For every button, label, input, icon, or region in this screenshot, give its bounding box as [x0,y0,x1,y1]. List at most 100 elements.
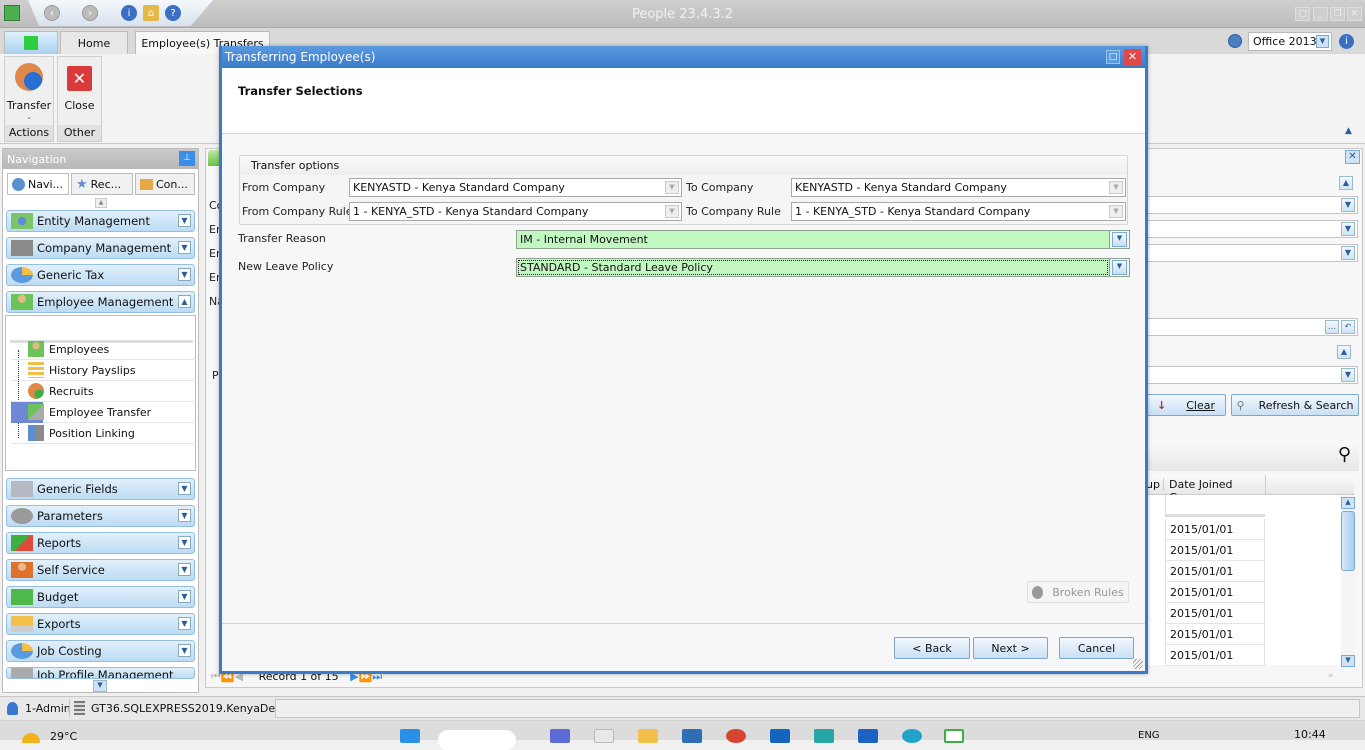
transfer-button[interactable]: Transfer ⌄ [5,57,53,125]
field-label: P [212,369,219,382]
to-company-rule-select[interactable]: 1 - KENYA_STD - Kenya Standard Company ▼ [791,202,1126,221]
undo-icon[interactable]: ↶ [1341,320,1355,334]
nav-group-job-profile-management[interactable]: Job Profile Management [6,667,195,679]
taskbar-app-icon[interactable] [814,729,834,743]
windows-start-icon[interactable] [400,729,420,743]
people-app-icon[interactable] [944,729,964,743]
nav-item-position-linking[interactable]: Position Linking [11,423,196,444]
theme-select[interactable]: Office 2013 ▼ [1248,32,1332,51]
search-icon[interactable]: ⚲ [1338,444,1351,465]
nav-group-self-service[interactable]: Self Service ▼ [6,559,195,581]
nav-group-reports[interactable]: Reports ▼ [6,532,195,554]
chevron-down-icon: ▼ [1341,222,1355,236]
scroll-down-button[interactable]: ▼ [93,680,107,692]
next-button[interactable]: Next > [973,637,1048,659]
from-company-select[interactable]: KENYASTD - Kenya Standard Company ▼ [349,178,682,197]
table-cell[interactable]: 2015/01/01 [1165,540,1265,561]
file-explorer-icon[interactable] [638,729,658,743]
nav-item-employee-transfer[interactable]: Employee Transfer [11,402,196,423]
nav-item-history-payslips[interactable]: History Payslips [11,360,196,381]
window-close-icon[interactable]: ✕ [1347,7,1362,21]
report-icon [11,535,33,551]
nav-item-employees[interactable]: Employees [11,339,196,360]
dialog-header: Transfer Selections [222,68,1145,134]
table-cell[interactable]: 2015/01/01 [1165,561,1265,582]
clear-button[interactable]: ↓ Clear [1146,394,1226,416]
fullscreen-icon[interactable]: □ [1295,7,1310,21]
cancel-button[interactable]: Cancel [1059,637,1134,659]
about-icon[interactable]: i [1339,34,1354,49]
maximize-icon[interactable]: □ [1106,50,1120,64]
scroll-down-icon[interactable]: ▼ [1341,655,1355,667]
nav-group-job-costing[interactable]: Job Costing ▼ [6,640,195,662]
nav-group-employee-management[interactable]: Employee Management ▲ [6,291,195,313]
ellipsis-icon[interactable]: … [1325,320,1339,334]
refresh-search-button[interactable]: ⚲ Refresh & Search [1231,394,1359,416]
new-leave-policy-select[interactable]: STANDARD - Standard Leave Policy ▼ [516,258,1127,277]
table-cell[interactable]: 2015/01/01 [1165,645,1265,666]
outlook-icon[interactable] [770,729,790,743]
to-company-select[interactable]: KENYASTD - Kenya Standard Company ▼ [791,178,1126,197]
filter-field[interactable]: ▼ [1146,220,1358,238]
grid-header: up Date Joined Group [1146,475,1354,504]
database-icon [74,701,85,715]
filter-field[interactable]: ▼ [1146,366,1358,384]
form-close-icon[interactable]: ✕ [1345,150,1360,164]
resize-grip-icon[interactable] [1133,659,1143,669]
gear-icon [11,508,33,524]
transfer-reason-select[interactable]: IM - Internal Movement ▼ [516,230,1127,249]
app-menu-tab[interactable] [4,31,58,54]
collapse-section-icon[interactable]: ▲ [1339,176,1353,190]
tab-recent[interactable]: ★ Rec... [71,173,133,195]
nav-group-company-management[interactable]: Company Management ▼ [6,237,195,259]
name-field[interactable]: … ↶ [1146,318,1358,336]
tab-home[interactable]: Home [60,31,128,54]
taskbar-app-icon[interactable] [594,729,614,743]
chevron-down-icon: ▼ [178,536,191,549]
from-company-label: From Company [242,181,326,194]
table-cell[interactable]: 2015/01/01 [1165,582,1265,603]
nav-item-recruits[interactable]: Recruits [11,381,196,402]
table-cell[interactable]: 2015/01/01 [1165,519,1265,540]
from-company-rule-select[interactable]: 1 - KENYA_STD - Kenya Standard Company ▼ [349,202,682,221]
close-button[interactable]: ✕ Close [58,57,101,125]
vertical-scrollbar[interactable]: ▲ ▼ [1341,497,1355,667]
title-bar: ‹ › i ⌂ ? People 23.4.3.2 □ _ ❐ ✕ [0,0,1365,28]
scroll-up-button[interactable]: ▲ [95,198,107,208]
collapse-ribbon-icon[interactable]: ▲ [1345,126,1352,136]
scroll-up-icon[interactable]: ▲ [1341,497,1355,509]
building-icon [11,240,33,256]
scroll-thumb[interactable] [1341,511,1355,571]
nav-group-budget[interactable]: Budget ▼ [6,586,195,608]
taskbar-app-icon[interactable] [550,729,570,743]
taskbar-app-icon[interactable] [858,729,878,743]
minimize-icon[interactable]: _ [1313,7,1328,21]
nav-group-generic-fields[interactable]: Generic Fields ▼ [6,478,195,500]
table-cell[interactable]: 2015/01/01 [1165,603,1265,624]
nav-group-exports[interactable]: Exports ▼ [6,613,195,635]
status-panel [275,699,1360,718]
tab-contents[interactable]: Con... [135,173,195,195]
search-box[interactable] [438,730,516,750]
nav-group-entity-management[interactable]: Entity Management ▼ [6,210,195,232]
table-cell[interactable]: 2015/01/01 [1165,624,1265,645]
chevron-down-icon: ▼ [178,509,191,522]
language-indicator[interactable]: ENG [1138,730,1160,741]
dialog-close-icon[interactable]: ✕ [1124,49,1141,65]
horizontal-scroll-right[interactable]: » [1328,671,1340,683]
table-icon [28,362,44,378]
filter-field[interactable]: ▼ [1146,244,1358,262]
filter-field[interactable]: ▼ [1146,196,1358,214]
tab-navigation[interactable]: Navi... [7,173,69,195]
taskbar-app-icon[interactable] [726,729,746,743]
back-button[interactable]: < Back [894,637,970,659]
collapse-section-icon[interactable]: ▲ [1337,345,1351,359]
nav-group-parameters[interactable]: Parameters ▼ [6,505,195,527]
restore-icon[interactable]: ❐ [1330,7,1345,21]
chevron-down-icon: ▼ [1109,205,1123,218]
nav-group-generic-tax[interactable]: Generic Tax ▼ [6,264,195,286]
taskbar-app-icon[interactable] [682,729,702,743]
clock[interactable]: 10:44 [1294,728,1326,741]
edge-icon[interactable] [902,729,922,743]
pin-icon[interactable]: ⊥ [179,151,195,166]
